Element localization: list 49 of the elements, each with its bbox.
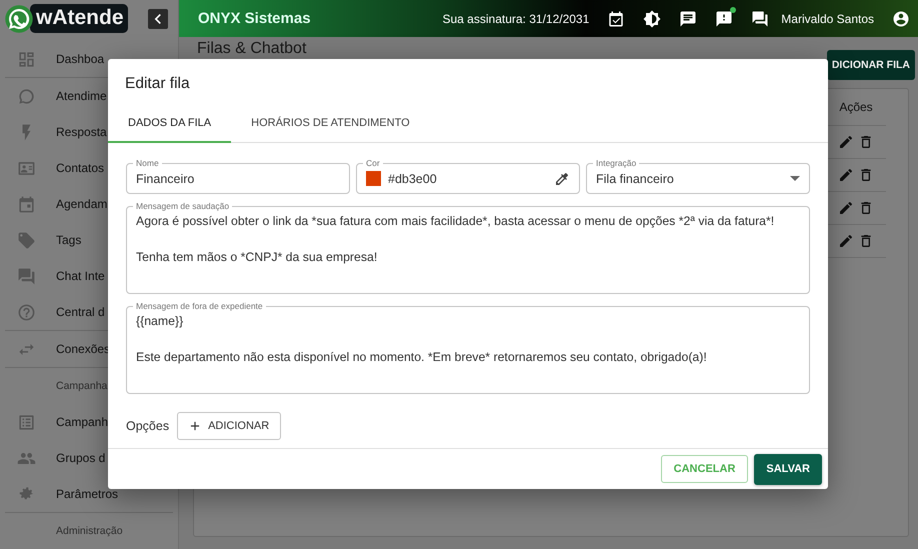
cancel-button[interactable]: CANCELAR: [660, 455, 748, 483]
field-label: Mensagem de saudação: [133, 201, 232, 211]
sidebar-section-header: Administração: [55, 524, 124, 539]
field-label: Integração: [593, 158, 640, 168]
subscription-text: Sua assinatura: 31/12/2031: [442, 12, 590, 26]
sidebar-item[interactable]: Dashboa: [0, 41, 178, 77]
field-value: Fila financeiro: [596, 172, 674, 186]
alert-message-icon[interactable]: [715, 10, 734, 28]
calendar-icon: [17, 194, 36, 214]
field-value: Agora é possível obter o link da *sua fatura com mais facilidade*, basta acessar o menu de opções *2ª via da fatura*! Tenha tem mãos o *CNPJ* da sua empresa!: [136, 213, 774, 266]
edit-icon[interactable]: [838, 233, 854, 249]
add-option-button[interactable]: ADICIONAR: [177, 412, 282, 440]
eyedropper-icon[interactable]: [554, 170, 570, 186]
options-label: Opções: [126, 419, 170, 433]
field-label: Mensagem de fora de expediente: [133, 301, 266, 311]
field-value: {{name}} Este departamento não esta disponível no momento. *Em breve* retornaremos seu contato, obrigado(a)!: [136, 313, 707, 366]
tab[interactable]: HORÁRIOS DE ATENDIMENTO: [231, 105, 430, 143]
chevron-left-icon[interactable]: [148, 8, 168, 28]
page-title: Filas & Chatbot: [196, 40, 306, 58]
dialog-title: Editar fila: [124, 74, 191, 94]
save-button[interactable]: SALVAR: [754, 454, 822, 484]
app-logo: wAtende: [4, 4, 128, 34]
user-name: Marivaldo Santos: [781, 12, 874, 26]
tab[interactable]: DADOS DA FILA: [108, 105, 232, 143]
chat-bubble-icon: [17, 86, 36, 106]
caret-icon: [790, 176, 800, 181]
account-icon[interactable]: [892, 10, 910, 28]
dashboard-icon: [17, 50, 36, 68]
company-name: ONYX Sistemas: [198, 10, 311, 27]
field-label: Cor: [363, 158, 383, 168]
help-icon: [17, 302, 36, 322]
sidebar-item[interactable]: Parâmetros: [0, 476, 178, 512]
chat-icon: [17, 266, 36, 286]
tag-icon: [17, 230, 36, 250]
edit-icon[interactable]: [838, 200, 854, 216]
message-icon[interactable]: [679, 10, 698, 28]
list-icon: [17, 412, 36, 432]
column-header: Ações: [839, 100, 873, 114]
add-queue-button[interactable]: DICIONAR FILA: [826, 50, 915, 80]
field-label: Nome: [133, 158, 162, 168]
field-value: #db3e00: [388, 172, 437, 186]
calendar-check-icon[interactable]: [607, 10, 626, 28]
field-value: Financeiro: [136, 172, 194, 186]
edit-icon[interactable]: [838, 167, 854, 183]
edit-icon[interactable]: [838, 134, 854, 150]
sidebar-section-header: Campanha: [55, 379, 108, 394]
brightness-icon[interactable]: [643, 10, 662, 28]
chat-icon[interactable]: [751, 10, 770, 28]
sidebar-item[interactable]: Grupos d: [0, 440, 178, 476]
